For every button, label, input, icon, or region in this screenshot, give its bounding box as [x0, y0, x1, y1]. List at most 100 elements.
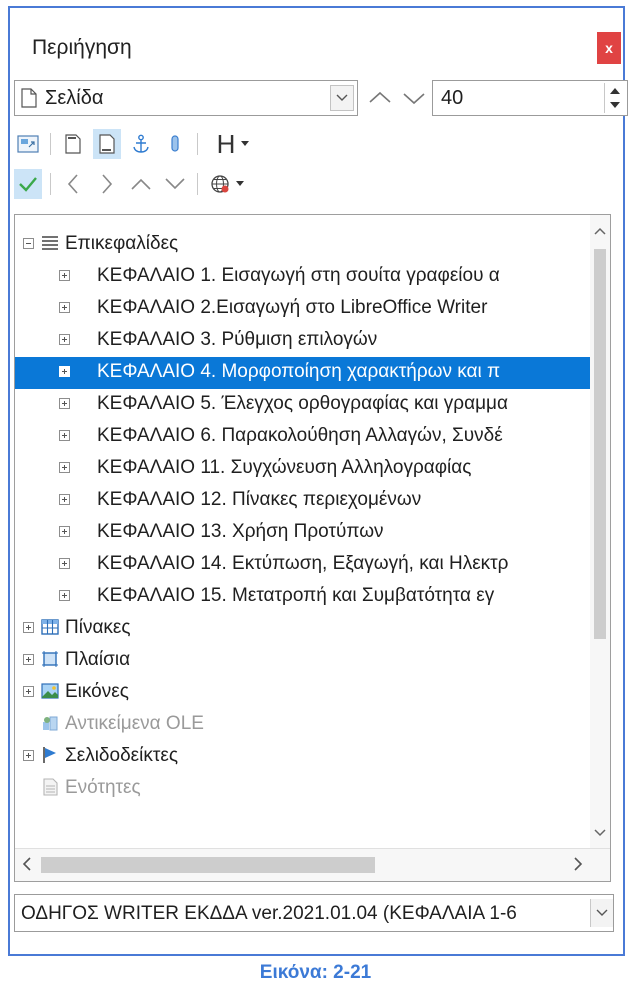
document-selector[interactable]: ΟΔΗΓΟΣ WRITER ΕΚΔΔΑ ver.2021.01.04 (ΚΕΦΑ… [14, 894, 614, 932]
page-number-spinbox[interactable]: 40 [432, 80, 628, 116]
toolbar-separator [50, 173, 51, 195]
tree-category-label: Εικόνες [65, 681, 129, 702]
scroll-left-icon[interactable] [17, 849, 37, 879]
tree-category-sections: Ενότητες [15, 773, 590, 805]
spin-down-icon[interactable] [610, 102, 620, 109]
tree-category-tables[interactable]: Πίνακες [15, 613, 590, 645]
expand-icon[interactable] [59, 590, 70, 601]
anchor-button[interactable] [127, 129, 155, 159]
expand-icon[interactable] [59, 462, 70, 473]
tree-item-heading[interactable]: ΚΕΦΑΛΑΙΟ 15. Μετατροπή και Συμβατότητα ε… [15, 581, 590, 613]
expand-icon[interactable] [23, 654, 34, 665]
promote-level-button[interactable] [59, 169, 87, 199]
toolbar-separator [197, 173, 198, 195]
reminder-icon [171, 135, 179, 152]
ole-object-icon [43, 716, 58, 731]
expand-icon[interactable] [59, 334, 70, 345]
tree-item-heading[interactable]: ΚΕΦΑΛΑΙΟ 2.Εισαγωγή στο LibreOffice Writ… [15, 293, 590, 325]
dropdown-arrow-icon [241, 141, 250, 146]
heading-label: ΚΕΦΑΛΑΙΟ 4. Μορφοποίηση χαρακτήρων και π [97, 361, 501, 382]
tree-category-label: Επικεφαλίδες [65, 233, 179, 254]
header-button[interactable] [59, 129, 87, 159]
horizontal-scrollbar[interactable] [15, 848, 610, 881]
chevron-down-icon[interactable] [590, 899, 613, 927]
next-page-button[interactable] [398, 84, 430, 112]
chevron-down-icon[interactable] [330, 85, 354, 111]
expand-icon[interactable] [23, 622, 34, 633]
content-tree[interactable]: Επικεφαλίδες ΚΕΦΑΛΑΙΟ 1. Εισαγωγή στη σο… [14, 214, 611, 882]
expand-icon[interactable] [59, 366, 70, 377]
scroll-up-icon[interactable] [590, 221, 610, 241]
previous-next-buttons [364, 84, 430, 112]
tree-item-heading[interactable]: ΚΕΦΑΛΑΙΟ 6. Παρακολούθηση Αλλαγών, Συνδέ [15, 421, 590, 453]
figure-caption: Εικόνα: 2-21 [259, 962, 372, 983]
expand-icon[interactable] [23, 686, 34, 697]
tree-item-heading[interactable]: ΚΕΦΑΛΑΙΟ 14. Εκτύπωση, Εξαγωγή, και Ηλεκ… [15, 549, 590, 581]
heading-label: ΚΕΦΑΛΑΙΟ 3. Ρύθμιση επιλογών [97, 329, 378, 350]
anchor-icon [133, 134, 149, 153]
spin-up-icon[interactable] [610, 87, 620, 94]
horizontal-scroll-thumb[interactable] [41, 857, 375, 873]
expand-icon[interactable] [59, 430, 70, 441]
previous-page-button[interactable] [364, 84, 396, 112]
demote-level-button[interactable] [93, 169, 121, 199]
tree-category-bookmarks[interactable]: Σελιδοδείκτες [15, 741, 590, 773]
vertical-scroll-thumb[interactable] [594, 249, 606, 639]
tree-item-heading[interactable]: ΚΕΦΑΛΑΙΟ 3. Ρύθμιση επιλογών [15, 325, 590, 357]
expand-icon[interactable] [59, 270, 70, 281]
document-selector-value: ΟΔΗΓΟΣ WRITER ΕΚΔΔΑ ver.2021.01.04 (ΚΕΦΑ… [21, 903, 517, 924]
page-icon [21, 88, 37, 108]
tree-category-label: Ενότητες [65, 777, 141, 798]
footer-button[interactable] [93, 129, 121, 159]
toolbar-separator [197, 133, 198, 155]
reminder-button[interactable] [161, 129, 189, 159]
tree-category-headings[interactable]: Επικεφαλίδες [15, 229, 590, 261]
tree-item-heading-selected[interactable]: ΚΕΦΑΛΑΙΟ 4. Μορφοποίηση χαρακτήρων και π [15, 357, 590, 389]
expand-icon[interactable] [59, 526, 70, 537]
expand-icon[interactable] [59, 302, 70, 313]
heading-label: ΚΕΦΑΛΑΙΟ 6. Παρακολούθηση Αλλαγών, Συνδέ [97, 425, 503, 446]
chevron-left-icon [67, 174, 78, 194]
navigate-row: Σελίδα 40 [14, 80, 628, 118]
heading-levels-button[interactable]: H [206, 129, 260, 159]
toggle-master-view-button[interactable] [14, 129, 42, 159]
tree-item-heading[interactable]: ΚΕΦΑΛΑΙΟ 5. Έλεγχος ορθογραφίας και γραμ… [15, 389, 590, 421]
tree-item-heading[interactable]: ΚΕΦΑΛΑΙΟ 13. Χρήση Προτύπων [15, 517, 590, 549]
drag-mode-button[interactable] [206, 169, 248, 199]
image-icon [41, 683, 59, 699]
content-navigation-view-button[interactable] [14, 169, 42, 199]
section-icon [43, 778, 58, 796]
tree-item-heading[interactable]: ΚΕΦΑΛΑΙΟ 1. Εισαγωγή στη σουίτα γραφείου… [15, 261, 590, 293]
expand-icon[interactable] [59, 398, 70, 409]
footer-icon [99, 134, 115, 154]
tree-list: Επικεφαλίδες ΚΕΦΑΛΑΙΟ 1. Εισαγωγή στη σο… [15, 215, 590, 849]
heading-label: ΚΕΦΑΛΑΙΟ 1. Εισαγωγή στη σουίτα γραφείου… [97, 265, 500, 286]
expand-icon[interactable] [59, 558, 70, 569]
collapse-icon[interactable] [23, 238, 34, 249]
tree-item-heading[interactable]: ΚΕΦΑΛΑΙΟ 12. Πίνακες περιεχομένων [15, 485, 590, 517]
vertical-scrollbar[interactable] [590, 215, 610, 849]
navigate-by-combobox[interactable]: Σελίδα [14, 80, 358, 116]
close-button[interactable]: x [597, 32, 621, 64]
expand-icon[interactable] [23, 750, 34, 761]
tree-category-label: Πίνακες [65, 617, 131, 638]
heading-label: ΚΕΦΑΛΑΙΟ 14. Εκτύπωση, Εξαγωγή, και Ηλεκ… [97, 553, 509, 574]
navigator-toolbar-2 [14, 166, 627, 202]
promote-chapter-button[interactable] [127, 169, 155, 199]
heading-label: ΚΕΦΑΛΑΙΟ 15. Μετατροπή και Συμβατότητα ε… [97, 585, 495, 606]
tree-item-heading[interactable]: ΚΕΦΑΛΑΙΟ 11. Συγχώνευση Αλληλογραφίας [15, 453, 590, 485]
toolbar-separator [50, 133, 51, 155]
scroll-down-icon[interactable] [590, 823, 610, 843]
title-bar: Περιήγηση x [10, 8, 623, 80]
spin-buttons[interactable] [604, 83, 625, 113]
scroll-right-icon[interactable] [568, 849, 588, 879]
chevron-right-icon [102, 174, 113, 194]
chevron-up-icon [131, 178, 151, 190]
tree-category-frames[interactable]: Πλαίσια [15, 645, 590, 677]
tree-category-label: Αντικείμενα OLE [65, 713, 204, 734]
demote-chapter-button[interactable] [161, 169, 189, 199]
expand-icon[interactable] [59, 494, 70, 505]
checkmark-icon [19, 177, 37, 192]
tree-category-images[interactable]: Εικόνες [15, 677, 590, 709]
heading-label: ΚΕΦΑΛΑΙΟ 11. Συγχώνευση Αλληλογραφίας [97, 457, 472, 478]
